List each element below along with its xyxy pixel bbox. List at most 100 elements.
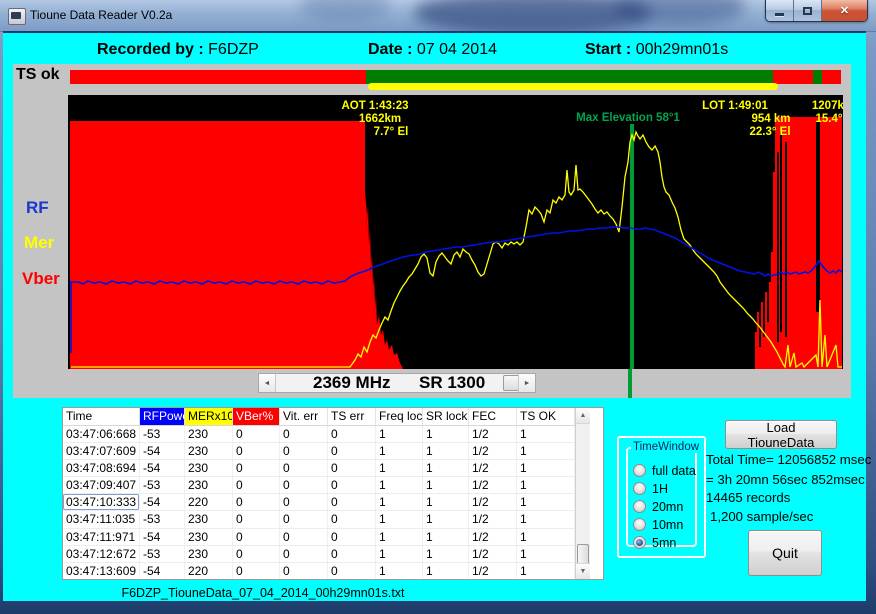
table-cell[interactable]: 1 — [376, 494, 423, 510]
table-cell[interactable]: 1 — [423, 443, 469, 459]
table-cell[interactable]: 1/2 — [469, 563, 517, 579]
radio-button-icon[interactable] — [633, 464, 646, 477]
radio-button-icon[interactable] — [633, 482, 646, 495]
table-cell[interactable]: 1/2 — [469, 443, 517, 459]
table-cell[interactable]: 1 — [517, 546, 575, 562]
table-cell[interactable]: 1 — [423, 511, 469, 527]
table-cell[interactable]: -54 — [140, 529, 185, 545]
table-cell[interactable]: 1 — [376, 477, 423, 493]
table-cell[interactable]: 03:47:09:407 — [63, 477, 140, 493]
table-cell[interactable]: 0 — [233, 563, 280, 579]
table-cell[interactable]: 0 — [280, 477, 328, 493]
table-cell[interactable]: 0 — [233, 426, 280, 442]
table-cell[interactable]: 0 — [280, 546, 328, 562]
table-cell[interactable]: 1 — [376, 563, 423, 579]
table-cell[interactable]: 03:47:08:694 — [63, 460, 140, 476]
table-cell[interactable]: -54 — [140, 494, 185, 510]
table-cell[interactable]: -53 — [140, 477, 185, 493]
table-cell[interactable]: 1 — [517, 563, 575, 579]
table-cell[interactable]: 1 — [517, 426, 575, 442]
table-cell[interactable]: 230 — [185, 529, 233, 545]
table-cell[interactable]: 1/2 — [469, 529, 517, 545]
table-cell[interactable]: 1 — [517, 511, 575, 527]
table-cell[interactable]: 0 — [280, 563, 328, 579]
table-cell[interactable]: 1 — [517, 443, 575, 459]
table-row[interactable]: 03:47:10:333-54220000111/21 — [63, 494, 575, 511]
table-cell[interactable]: 230 — [185, 426, 233, 442]
table-cell[interactable]: 0 — [233, 529, 280, 545]
table-cell[interactable]: 0 — [233, 460, 280, 476]
table-cell[interactable]: 1/2 — [469, 477, 517, 493]
column-header[interactable]: Time — [63, 408, 140, 425]
table-cell[interactable]: 0 — [328, 443, 376, 459]
table-cell[interactable]: 0 — [328, 563, 376, 579]
radio-button-icon[interactable] — [633, 500, 646, 513]
table-cell[interactable]: 0 — [233, 546, 280, 562]
table-cell[interactable]: 0 — [233, 494, 280, 510]
table-cell[interactable]: 220 — [185, 494, 233, 510]
column-header[interactable]: TS OK — [517, 408, 575, 425]
table-cell[interactable]: 1 — [423, 546, 469, 562]
table-cell[interactable]: 0 — [328, 546, 376, 562]
table-cell[interactable]: 230 — [185, 546, 233, 562]
table-cell[interactable]: 1 — [376, 460, 423, 476]
frequency-scrollbar[interactable]: ◄ 2369 MHz SR 1300 ► — [258, 373, 536, 393]
table-cell[interactable]: 1 — [376, 426, 423, 442]
close-button[interactable]: ✕ — [822, 0, 867, 21]
table-cell[interactable]: 1/2 — [469, 460, 517, 476]
table-row[interactable]: 03:47:12:672-53230000111/21 — [63, 546, 575, 563]
minimize-button[interactable] — [766, 0, 794, 21]
table-cell[interactable]: 0 — [328, 494, 376, 510]
radio-button-icon[interactable] — [633, 536, 646, 549]
table-cell[interactable]: 1 — [376, 511, 423, 527]
table-scrollbar[interactable]: ▲ ▼ — [575, 408, 590, 579]
table-cell[interactable]: 1 — [376, 546, 423, 562]
table-cell[interactable]: 0 — [280, 443, 328, 459]
table-cell[interactable]: -53 — [140, 546, 185, 562]
table-cell[interactable]: 03:47:07:609 — [63, 443, 140, 459]
table-row[interactable]: 03:47:07:609-54230000111/21 — [63, 443, 575, 460]
table-cell[interactable]: 0 — [280, 494, 328, 510]
table-cell[interactable]: 1 — [423, 477, 469, 493]
table-cell[interactable]: 0 — [280, 529, 328, 545]
table-cell[interactable]: 230 — [185, 443, 233, 459]
load-tiounedata-button[interactable]: Load TiouneData — [725, 420, 837, 449]
column-header[interactable]: MERx10 — [185, 408, 233, 425]
table-cell[interactable]: 1/2 — [469, 494, 517, 510]
table-cell[interactable]: 1 — [517, 494, 575, 510]
table-cell[interactable]: 03:47:10:333 — [63, 494, 140, 510]
table-cell[interactable]: 03:47:11:971 — [63, 529, 140, 545]
table-cell[interactable]: 0 — [328, 426, 376, 442]
table-cell[interactable]: 0 — [328, 511, 376, 527]
table-row[interactable]: 03:47:13:609-54220000111/21 — [63, 563, 575, 579]
column-header[interactable]: VBer% — [233, 408, 280, 425]
table-cell[interactable]: -53 — [140, 426, 185, 442]
table-cell[interactable]: 0 — [280, 460, 328, 476]
column-header[interactable]: SR lock — [423, 408, 469, 425]
table-cell[interactable]: -54 — [140, 443, 185, 459]
table-row[interactable]: 03:47:08:694-54230000111/21 — [63, 460, 575, 477]
table-cell[interactable]: 03:47:12:672 — [63, 546, 140, 562]
column-header[interactable]: TS err — [328, 408, 376, 425]
table-row[interactable]: 03:47:06:668-53230000111/21 — [63, 426, 575, 443]
table-row[interactable]: 03:47:11:035-53230000111/21 — [63, 511, 575, 528]
table-cell[interactable]: 03:47:13:609 — [63, 563, 140, 579]
maximize-button[interactable] — [794, 0, 822, 21]
table-cell[interactable]: 1/2 — [469, 511, 517, 527]
table-cell[interactable]: 03:47:11:035 — [63, 511, 140, 527]
table-cell[interactable]: 230 — [185, 511, 233, 527]
table-cell[interactable]: 1 — [423, 460, 469, 476]
table-cell[interactable]: 1 — [517, 477, 575, 493]
table-cell[interactable]: 0 — [280, 511, 328, 527]
table-cell[interactable]: 0 — [328, 529, 376, 545]
column-header[interactable]: FEC — [469, 408, 517, 425]
table-cell[interactable]: 0 — [233, 443, 280, 459]
table-cell[interactable]: 1 — [423, 494, 469, 510]
table-cell[interactable]: 03:47:06:668 — [63, 426, 140, 442]
table-cell[interactable]: 1/2 — [469, 426, 517, 442]
table-cell[interactable]: 1/2 — [469, 546, 517, 562]
table-cell[interactable]: 1 — [423, 563, 469, 579]
table-cell[interactable]: 1 — [423, 426, 469, 442]
table-cell[interactable]: 0 — [280, 426, 328, 442]
table-cell[interactable]: 1 — [517, 460, 575, 476]
